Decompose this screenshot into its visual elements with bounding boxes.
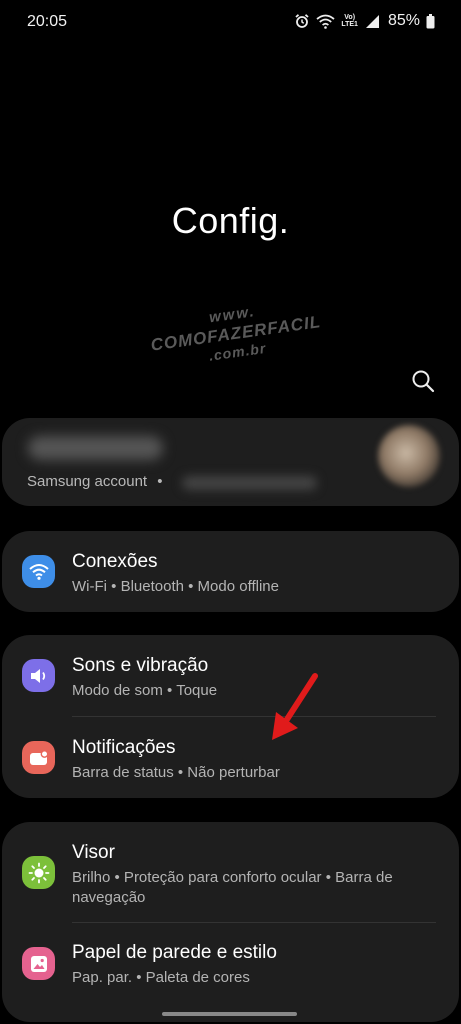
sound-subtitle: Modo de som • Toque xyxy=(72,682,218,699)
status-icons: Vo) LTE1 85% xyxy=(294,12,435,30)
sound-notifications-card: Sons e vibração Modo de som • Toque Noti… xyxy=(2,635,459,798)
settings-item-display[interactable]: Visor Brilho • Proteção para conforto oc… xyxy=(2,822,459,923)
volume-icon xyxy=(30,668,45,683)
connections-subtitle: Wi-Fi • Bluetooth • Modo offline xyxy=(72,578,279,595)
notifications-icon-badge xyxy=(22,741,55,774)
wifi-icon xyxy=(28,564,49,580)
connections-card: Conexões Wi-Fi • Bluetooth • Modo offlin… xyxy=(2,531,459,612)
alarm-icon xyxy=(294,13,310,29)
lte-label: LTE1 xyxy=(341,21,358,28)
wallpaper-subtitle: Pap. par. • Paleta de cores xyxy=(72,969,250,986)
display-title: Visor xyxy=(72,842,115,863)
notification-icon xyxy=(29,749,48,765)
avatar[interactable] xyxy=(378,425,440,487)
status-time: 20:05 xyxy=(27,13,68,30)
display-subtitle: Brilho • Proteção para conforto ocular •… xyxy=(72,869,393,906)
wallpaper-title: Papel de parede e estilo xyxy=(72,942,277,963)
sound-title: Sons e vibração xyxy=(72,655,209,676)
notifications-title: Notificações xyxy=(72,737,176,758)
volte-icon: Vo) LTE1 xyxy=(341,14,358,28)
watermark: www. COMOFAZERFACIL .com.br xyxy=(147,293,323,373)
settings-item-wallpaper[interactable]: Papel de parede e estilo Pap. par. • Pal… xyxy=(2,923,459,1022)
account-name-blurred xyxy=(28,436,163,460)
battery-percent: 85% xyxy=(387,12,420,29)
samsung-account-label: Samsung account xyxy=(27,473,148,490)
connections-title: Conexões xyxy=(72,551,158,572)
wifi-icon xyxy=(316,14,335,29)
search-button[interactable] xyxy=(410,368,436,394)
wallpaper-icon xyxy=(30,955,47,972)
connections-icon-badge xyxy=(22,555,55,588)
search-icon xyxy=(412,370,435,393)
notifications-subtitle: Barra de status • Não perturbar xyxy=(72,764,280,781)
display-wallpaper-card: Visor Brilho • Proteção para conforto oc… xyxy=(2,822,459,1022)
annotation-arrow-icon xyxy=(272,673,318,740)
wallpaper-icon-badge xyxy=(22,947,55,980)
navigation-handle[interactable] xyxy=(162,1012,297,1016)
settings-item-sound[interactable]: Sons e vibração Modo de som • Toque xyxy=(2,635,459,716)
sound-icon-badge xyxy=(22,659,55,692)
sun-icon xyxy=(28,862,49,883)
battery-icon xyxy=(426,13,435,29)
signal-icon xyxy=(364,14,380,29)
account-separator: • xyxy=(157,473,163,490)
display-icon-badge xyxy=(22,856,55,889)
status-bar: 20:05 Vo) LTE1 85% xyxy=(0,0,461,44)
page-title: Config. xyxy=(171,200,290,241)
volte-label: Vo) xyxy=(344,14,356,21)
account-email-blurred xyxy=(182,476,317,490)
account-subtitle: Samsung account • xyxy=(27,473,163,490)
settings-item-notifications[interactable]: Notificações Barra de status • Não pertu… xyxy=(2,717,459,798)
settings-item-connections[interactable]: Conexões Wi-Fi • Bluetooth • Modo offlin… xyxy=(2,531,459,612)
